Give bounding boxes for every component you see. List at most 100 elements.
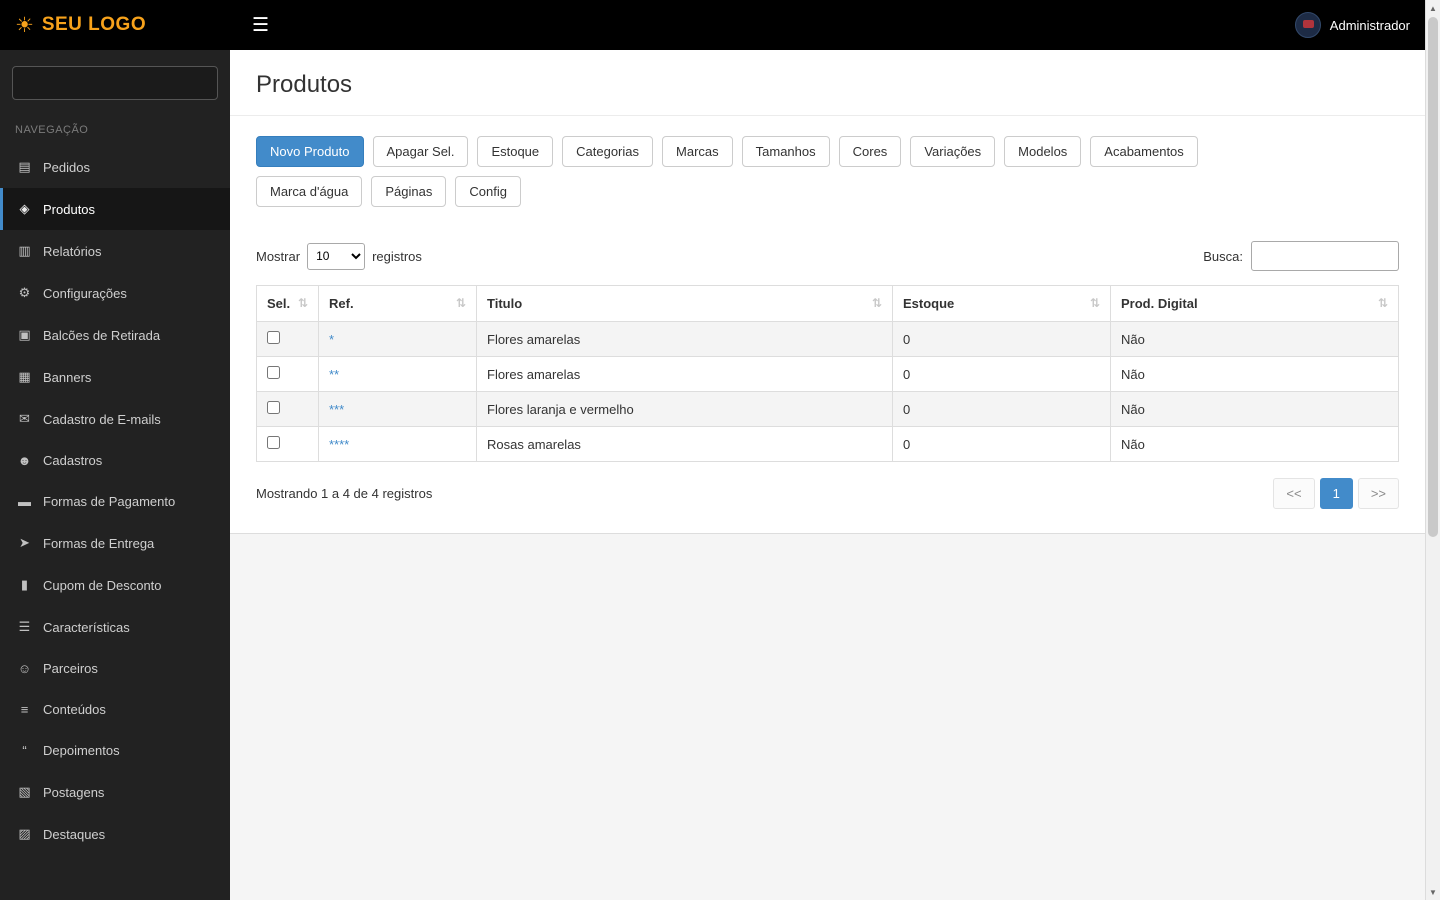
categorias-button[interactable]: Categorias xyxy=(562,136,654,167)
sidebar-item-label: Banners xyxy=(43,369,92,385)
sidebar-item-postagens[interactable]: ▧ Postagens xyxy=(0,771,230,813)
sidebar-item-cadastros[interactable]: ☻ Cadastros xyxy=(0,440,230,481)
apagar-sel-button[interactable]: Apagar Sel. xyxy=(372,136,469,167)
pagination-next-button[interactable]: >> xyxy=(1357,478,1399,509)
sidebar-item-label: Balcões de Retirada xyxy=(43,327,161,343)
sidebar-item-label: Conteúdos xyxy=(43,702,106,717)
sidebar-item-cupom-de-desconto[interactable]: ▮ Cupom de Desconto xyxy=(0,564,230,606)
marcas-button[interactable]: Marcas xyxy=(662,136,733,167)
config-button[interactable]: Config xyxy=(455,176,521,207)
table-body: * Flores amarelas 0 Não ** Flores amarelas 0 Nã… xyxy=(256,321,1399,462)
modelos-button[interactable]: Modelos xyxy=(1004,136,1082,167)
user-menu[interactable]: Administrador xyxy=(1294,12,1440,38)
banners-icon: ▦ xyxy=(18,369,31,384)
cell-prod-digital: Não xyxy=(1110,356,1399,392)
sidebar-item-produtos[interactable]: ◈ Produtos xyxy=(0,188,230,230)
hamburger-icon: ☰ xyxy=(252,14,270,36)
contents-icon: ≡ xyxy=(20,702,29,717)
row-checkbox[interactable] xyxy=(267,331,280,344)
cell-ref: * xyxy=(318,321,477,357)
cell-prod-digital: Não xyxy=(1110,391,1399,427)
sidebar-item-label: Produtos xyxy=(43,201,96,217)
table-row: ** Flores amarelas 0 Não xyxy=(256,356,1399,392)
sidebar-item-cadastro-de-emails[interactable]: ✉ Cadastro de E-mails xyxy=(0,398,230,440)
novo-produto-button[interactable]: Novo Produto xyxy=(256,136,364,167)
toolbar-row-2: Marca d'água Páginas Config xyxy=(230,176,1425,207)
cell-estoque: 0 xyxy=(892,356,1111,392)
shipping-icon: ➤ xyxy=(19,535,30,550)
sidebar-toggle-button[interactable]: ☰ xyxy=(252,16,269,35)
cores-button[interactable]: Cores xyxy=(838,136,902,167)
sidebar-item-configuracoes[interactable]: ⚙ Configurações xyxy=(0,272,230,314)
column-header-sel[interactable]: ⇅ Sel. xyxy=(256,285,319,322)
table-controls: Mostrar 10 registros Busca: xyxy=(230,241,1425,271)
column-header-titulo[interactable]: ⇅ Titulo xyxy=(476,285,893,322)
sort-icon: ⇅ xyxy=(871,296,882,310)
row-checkbox[interactable] xyxy=(267,436,280,449)
sidebar-item-conteudos[interactable]: ≡ Conteúdos xyxy=(0,689,230,730)
cell-prod-digital: Não xyxy=(1110,426,1399,462)
paginas-button[interactable]: Páginas xyxy=(371,176,447,207)
sidebar-item-pedidos[interactable]: ▤ Pedidos xyxy=(0,146,230,188)
main-content: Produtos Novo Produto Apagar Sel. Estoque C… xyxy=(230,50,1425,900)
search-label: Busca: xyxy=(1203,248,1243,264)
scroll-up-icon[interactable]: ▲ xyxy=(1426,0,1440,16)
row-checkbox[interactable] xyxy=(267,401,280,414)
column-header-prod-digital[interactable]: ⇅ Prod. Digital xyxy=(1110,285,1399,322)
sidebar-item-label: Destaques xyxy=(43,826,106,842)
column-header-ref[interactable]: ⇅ Ref. xyxy=(318,285,477,322)
sidebar-item-balcoes-de-retirada[interactable]: ▣ Balcões de Retirada xyxy=(0,314,230,356)
sidebar-item-label: Configurações xyxy=(43,285,127,301)
sidebar-item-label: Formas de Entrega xyxy=(43,535,155,551)
sidebar-item-label: Características xyxy=(43,619,130,635)
variacoes-button[interactable]: Variações xyxy=(910,136,996,167)
row-checkbox[interactable] xyxy=(267,366,280,379)
page-header: Produtos xyxy=(230,50,1425,116)
marca-dagua-button[interactable]: Marca d'água xyxy=(256,176,363,207)
estoque-button[interactable]: Estoque xyxy=(477,136,554,167)
cell-prod-digital: Não xyxy=(1110,321,1399,357)
cell-ref: ** xyxy=(318,356,477,392)
table-info: Mostrando 1 a 4 de 4 registros xyxy=(256,486,433,501)
scrollbar[interactable]: ▲ ▼ xyxy=(1425,0,1440,900)
sort-icon: ⇅ xyxy=(455,296,466,310)
length-control: Mostrar 10 registros xyxy=(256,242,422,270)
ref-link[interactable]: *** xyxy=(329,402,344,417)
sidebar-search-input[interactable] xyxy=(12,66,218,100)
search-input[interactable] xyxy=(1251,241,1399,271)
scrollbar-thumb[interactable] xyxy=(1428,17,1438,537)
column-header-estoque[interactable]: ⇅ Estoque xyxy=(892,285,1111,322)
page-size-select[interactable]: 10 xyxy=(307,242,366,270)
sidebar-item-label: Relatórios xyxy=(43,243,102,259)
cell-titulo: Rosas amarelas xyxy=(476,426,893,462)
pagination-page-1-button[interactable]: 1 xyxy=(1319,478,1353,509)
ref-link[interactable]: ** xyxy=(329,367,339,382)
table-row: *** Flores laranja e vermelho 0 Não xyxy=(256,391,1399,427)
scroll-down-icon[interactable]: ▼ xyxy=(1426,884,1440,900)
sidebar-item-relatorios[interactable]: ▥ Relatórios xyxy=(0,230,230,272)
sidebar-item-formas-de-entrega[interactable]: ➤ Formas de Entrega xyxy=(0,522,230,564)
acabamentos-button[interactable]: Acabamentos xyxy=(1090,136,1198,167)
ref-link[interactable]: **** xyxy=(329,437,349,452)
products-table: ⇅ Sel. ⇅ Ref. ⇅ Titulo ⇅ Estoque ⇅ Prod. Digital … xyxy=(256,285,1399,462)
coupon-icon: ▮ xyxy=(20,577,29,592)
ref-link[interactable]: * xyxy=(329,332,334,347)
nav-section-label: NAVEGAÇÃO xyxy=(15,124,89,136)
table-footer: Mostrando 1 a 4 de 4 registros << 1 >> xyxy=(230,462,1425,509)
orders-icon: ▤ xyxy=(18,159,31,174)
sidebar-item-destaques[interactable]: ▨ Destaques xyxy=(0,813,230,855)
cell-titulo: Flores amarelas xyxy=(476,356,893,392)
sort-icon: ⇅ xyxy=(1089,296,1100,310)
sidebar-item-parceiros[interactable]: ☺ Parceiros xyxy=(0,648,230,689)
brand[interactable]: ☀ SEU LOGO xyxy=(0,14,230,36)
sidebar-item-banners[interactable]: ▦ Banners xyxy=(0,356,230,398)
cell-sel xyxy=(256,426,319,462)
pagination-prev-button[interactable]: << xyxy=(1273,478,1315,509)
page-title: Produtos xyxy=(256,71,353,98)
testimonials-icon: “ xyxy=(22,743,27,758)
sidebar-item-label: Postagens xyxy=(43,784,105,800)
sidebar-item-formas-de-pagamento[interactable]: ▬ Formas de Pagamento xyxy=(0,481,230,522)
tamanhos-button[interactable]: Tamanhos xyxy=(741,136,830,167)
sidebar-item-depoimentos[interactable]: “ Depoimentos xyxy=(0,730,230,771)
sidebar-item-caracteristicas[interactable]: ☰ Características xyxy=(0,606,230,648)
